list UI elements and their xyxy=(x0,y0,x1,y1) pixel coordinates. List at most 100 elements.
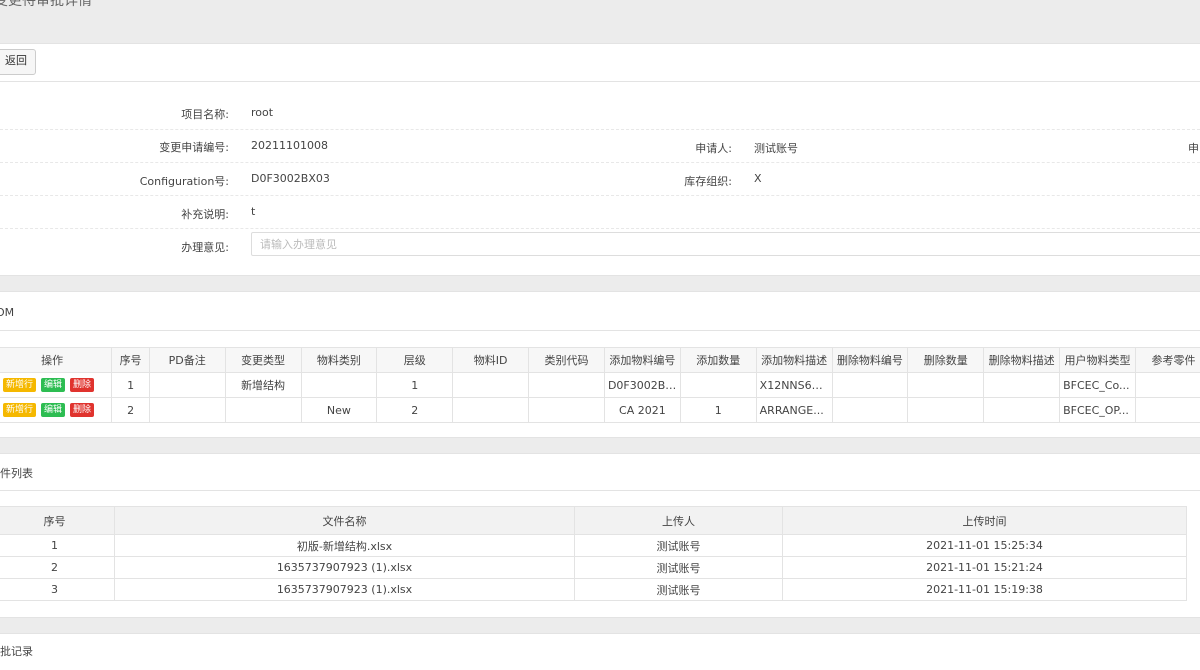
col-header: 添加数量 xyxy=(679,347,757,373)
file-link[interactable]: 1635737907923 (1).xlsx xyxy=(114,578,575,601)
supplement-value: t xyxy=(251,205,256,218)
cell xyxy=(148,372,226,398)
cell xyxy=(528,397,605,423)
cell xyxy=(983,372,1061,398)
table-row: 3 1635737907923 (1).xlsx 测试账号 2021-11-01… xyxy=(0,578,1187,601)
page-header: 变更待审批详情 xyxy=(0,0,1200,28)
table-row: 新增行 编辑 删除 2 New 2 CA 2021 1 ARRANGE... B… xyxy=(0,397,1200,423)
col-header: 添加物料编号 xyxy=(603,347,681,373)
back-button[interactable]: 返回 xyxy=(0,49,36,75)
cell xyxy=(831,397,909,423)
bom-header-row: 操作 序号 PD备注 变更类型 物料类别 层级 物料ID 类别代码 添加物料编号… xyxy=(0,347,1200,373)
toolbar: 返回 xyxy=(0,43,1200,82)
cell xyxy=(907,397,985,423)
cell: 新增结构 xyxy=(224,372,302,398)
cell: D0F3002BX... xyxy=(603,372,681,398)
approval-title: 批记录 xyxy=(0,645,33,658)
divider xyxy=(0,228,1200,229)
configuration-value: D0F3002BX03 xyxy=(251,172,330,185)
file-link[interactable]: 1635737907923 (1).xlsx xyxy=(114,556,575,579)
col-header: 物料ID xyxy=(452,347,530,373)
file-list-title: 件列表 xyxy=(0,467,33,480)
stock-org-value: X xyxy=(754,172,762,185)
file-header-row: 序号 文件名称 上传人 上传时间 xyxy=(0,506,1187,535)
cell xyxy=(452,372,530,398)
col-header: 上传人 xyxy=(574,506,783,535)
col-header: 序号 xyxy=(0,506,115,535)
project-name-value: root xyxy=(251,106,274,119)
col-header: 删除物料编号 xyxy=(831,347,909,373)
supplement-label: 补充说明: xyxy=(181,208,229,221)
cell xyxy=(224,397,302,423)
col-header: 删除数量 xyxy=(907,347,985,373)
bom-section-title: OM xyxy=(0,306,15,319)
divider xyxy=(0,490,1200,491)
cell: 测试账号 xyxy=(574,534,783,557)
project-name-label: 项目名称: xyxy=(181,108,229,121)
col-header: 上传时间 xyxy=(782,506,1187,535)
divider xyxy=(0,330,1200,331)
cell: 2 xyxy=(0,556,115,579)
table-row: 1 初版-新增结构.xlsx 测试账号 2021-11-01 15:25:34 xyxy=(0,534,1187,557)
col-header: 用户物料类型 xyxy=(1059,347,1136,373)
cell: 2 xyxy=(111,397,150,423)
cell: 测试账号 xyxy=(574,556,783,579)
row-actions: 新增行 编辑 删除 xyxy=(0,372,113,398)
cell: 1 xyxy=(111,372,150,398)
col-header: 类别代码 xyxy=(528,347,605,373)
request-no-label: 变更申请编号: xyxy=(159,141,229,154)
cell: 1 xyxy=(0,534,115,557)
opinion-field[interactable] xyxy=(251,232,1200,256)
divider xyxy=(0,129,1200,130)
applicant-value: 测试账号 xyxy=(754,142,798,155)
cell xyxy=(1134,397,1200,423)
cell: BFCEC_OP... xyxy=(1059,397,1136,423)
cell xyxy=(300,372,378,398)
stock-org-label: 库存组织: xyxy=(684,175,732,188)
file-table: 序号 文件名称 上传人 上传时间 1 初版-新增结构.xlsx 测试账号 202… xyxy=(0,506,1187,601)
cell: 测试账号 xyxy=(574,578,783,601)
cell xyxy=(452,397,530,423)
applicant-label: 申请人: xyxy=(695,142,732,155)
cell: BFCEC_Co... xyxy=(1059,372,1136,398)
cell: New xyxy=(300,397,378,423)
cell xyxy=(528,372,605,398)
cell xyxy=(831,372,909,398)
cell xyxy=(1134,372,1200,398)
col-header: 文件名称 xyxy=(114,506,575,535)
col-header: 序号 xyxy=(111,347,150,373)
add-row-button[interactable]: 新增行 xyxy=(3,403,37,417)
bom-panel: OM 操作 序号 PD备注 变更类型 物料类别 层级 物料ID 类别代码 添加物… xyxy=(0,291,1200,438)
cell xyxy=(907,372,985,398)
cell xyxy=(983,397,1061,423)
cell xyxy=(148,397,226,423)
cell: 2021-11-01 15:19:38 xyxy=(782,578,1187,601)
file-link[interactable]: 初版-新增结构.xlsx xyxy=(114,534,575,557)
edit-button[interactable]: 编辑 xyxy=(41,378,66,392)
cell: X12NNS6B... xyxy=(755,372,833,398)
delete-button[interactable]: 删除 xyxy=(70,378,95,392)
detail-form: 项目名称: root 变更申请编号: 20211101008 申请人: 测试账号… xyxy=(0,81,1200,276)
opinion-input[interactable] xyxy=(252,233,1200,255)
page-title: 变更待审批详情 xyxy=(0,0,92,9)
col-header: 删除物料描述 xyxy=(983,347,1061,373)
cell: 1 xyxy=(679,397,757,423)
cell: 2 xyxy=(376,397,454,423)
file-list-panel: 件列表 序号 文件名称 上传人 上传时间 1 初版-新增结构.xlsx 测试账号… xyxy=(0,453,1200,618)
edit-button[interactable]: 编辑 xyxy=(41,403,66,417)
cell: 1 xyxy=(376,372,454,398)
cell xyxy=(679,372,757,398)
add-row-button[interactable]: 新增行 xyxy=(3,378,37,392)
table-row: 新增行 编辑 删除 1 新增结构 1 D0F3002BX... X12NNS6B… xyxy=(0,372,1200,398)
divider xyxy=(0,195,1200,196)
request-no-value: 20211101008 xyxy=(251,139,328,152)
delete-button[interactable]: 删除 xyxy=(70,403,95,417)
row-actions: 新增行 编辑 删除 xyxy=(0,397,113,423)
col-header: 参考零件 xyxy=(1134,347,1200,373)
bom-table: 操作 序号 PD备注 变更类型 物料类别 层级 物料ID 类别代码 添加物料编号… xyxy=(0,347,1200,423)
cell: 2021-11-01 15:25:34 xyxy=(782,534,1187,557)
col-header: 添加物料描述 xyxy=(755,347,833,373)
col-header: PD备注 xyxy=(148,347,226,373)
col-header: 变更类型 xyxy=(224,347,302,373)
table-row: 2 1635737907923 (1).xlsx 测试账号 2021-11-01… xyxy=(0,556,1187,579)
